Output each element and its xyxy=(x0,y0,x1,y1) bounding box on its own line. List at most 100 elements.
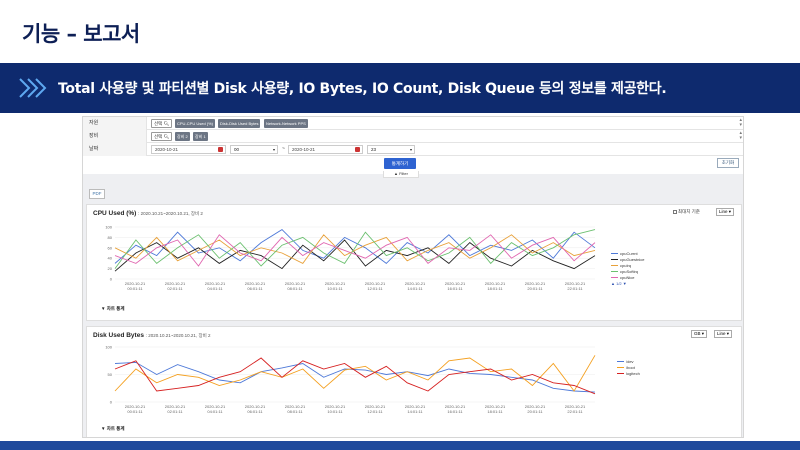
date-filter-row: 날짜 2020-10-21 00 ▾ ~ 2020-10-21 23 ▾ xyxy=(83,143,743,156)
device-select-button[interactable]: 선택 🔍︎ xyxy=(151,132,173,141)
calendar-icon[interactable] xyxy=(355,147,360,152)
y-tick-label: 80 xyxy=(108,235,113,240)
filter-toggle[interactable]: ▲ Filter xyxy=(383,171,419,178)
banner-text: Total 사용량 및 파티션별 Disk 사용량, IO Bytes, IO … xyxy=(58,81,667,97)
date-separator: ~ xyxy=(282,146,285,152)
scroll-arrows-icon[interactable]: ▴ ▾ xyxy=(739,131,742,141)
x-tick-label: 16:01:11 xyxy=(447,286,463,291)
resource-tag[interactable]: Disk-Disk Used Bytes xyxy=(218,119,261,128)
y-tick-label: 100 xyxy=(105,225,112,230)
disk-type-value: Line xyxy=(717,331,726,336)
resource-label: 자원 xyxy=(83,117,147,130)
y-tick-label: 0 xyxy=(110,277,113,282)
end-date-value: 2020-10-21 xyxy=(292,147,316,152)
x-tick-label: 02:01:11 xyxy=(167,286,183,291)
x-tick-label: 10:01:11 xyxy=(327,409,343,414)
stat-button[interactable]: 통계하기 xyxy=(384,158,416,169)
x-tick-label: 22:01:11 xyxy=(567,409,583,414)
pdf-button[interactable]: PDF xyxy=(89,189,105,199)
legend-label: cpuIrq xyxy=(620,263,632,268)
x-tick-label: 12:01:11 xyxy=(367,409,383,414)
x-tick-label: 18:01:11 xyxy=(487,286,503,291)
y-tick-label: 40 xyxy=(108,256,113,261)
double-chevron-icon xyxy=(19,78,47,98)
chevron-down-icon: ▾ xyxy=(409,147,412,152)
cpu-type-value: Line xyxy=(719,209,728,214)
x-tick-label: 12:01:11 xyxy=(367,286,383,291)
checkbox-icon[interactable] xyxy=(673,209,677,214)
legend-pager[interactable]: ▲ 1/2 ▼ xyxy=(611,281,644,287)
report-app: 자원 선택 🔍︎ CPU-CPU Used (%) Disk-Disk Used… xyxy=(82,116,744,438)
legend-label: cpuSoftirq xyxy=(620,269,639,274)
calendar-icon[interactable] xyxy=(218,147,223,152)
start-hour-select[interactable]: 00 ▾ xyxy=(230,145,278,154)
cpu-chart-title: CPU Used (%) : 2020.10.21~2020.10.21, 장비… xyxy=(93,210,203,217)
legend-label: cpuGuestnice xyxy=(620,257,645,262)
device-filter-row: 장비 선택 🔍︎ 장비 2 장비 1 ▴ ▾ xyxy=(83,130,743,143)
y-tick-label: 100 xyxy=(105,345,112,350)
x-tick-label: 06:01:11 xyxy=(247,286,263,291)
disk-chart-type-select[interactable]: Line ▾ xyxy=(714,330,733,338)
x-tick-label: 08:01:11 xyxy=(287,286,303,291)
device-select-label: 선택 xyxy=(154,134,163,139)
x-tick-label: 20:01:11 xyxy=(527,409,543,414)
end-hour-select[interactable]: 23 ▾ xyxy=(367,145,415,154)
y-tick-label: 50 xyxy=(108,372,113,377)
resource-tag[interactable]: Network-Network PPS xyxy=(264,119,308,128)
device-tag[interactable]: 장비 2 xyxy=(175,132,190,141)
max-basis-checkbox[interactable]: 최대치 기준 xyxy=(673,209,700,215)
date-label: 날짜 xyxy=(83,143,147,156)
disk-chart-card: Disk Used Bytes : 2020.10.21~2020.10.21,… xyxy=(86,326,742,437)
scroll-arrows-icon[interactable]: ▴ ▾ xyxy=(739,118,742,128)
slide-title: 기능 – 보고서 xyxy=(22,22,140,46)
cpu-title-text: CPU Used (%) xyxy=(93,210,137,217)
chevron-down-icon[interactable]: ▼ xyxy=(623,281,627,286)
legend-page-label: 1/2 xyxy=(616,281,622,286)
disk-unit-value: GB xyxy=(694,331,701,336)
series-line xyxy=(114,229,596,269)
disk-chart-plot: 0501002020-10-2100:01:112020-10-2102:01:… xyxy=(105,345,596,414)
start-date-input[interactable]: 2020-10-21 xyxy=(151,145,226,154)
chevron-up-icon[interactable]: ▲ xyxy=(611,281,615,286)
resource-tag[interactable]: CPU-CPU Used (%) xyxy=(175,119,216,128)
banner: Total 사용량 및 파티션별 Disk 사용량, IO Bytes, IO … xyxy=(0,63,800,113)
series-line xyxy=(114,234,596,264)
x-tick-label: 04:01:11 xyxy=(207,286,223,291)
x-tick-label: 14:01:11 xyxy=(407,286,423,291)
disk-subtitle: : 2020.10.21~2020.10.21, 장비 2 xyxy=(145,333,211,338)
legend-item[interactable]: logitech xyxy=(617,371,640,377)
x-tick-label: 20:01:11 xyxy=(527,286,543,291)
resource-select-button[interactable]: 선택 🔍︎ xyxy=(151,119,173,128)
series-line xyxy=(114,355,596,392)
checkbox-label: 최대치 기준 xyxy=(678,209,700,214)
x-tick-label: 08:01:11 xyxy=(287,409,303,414)
x-tick-label: 02:01:11 xyxy=(167,409,183,414)
x-tick-label: 00:01:11 xyxy=(127,286,143,291)
disk-title-text: Disk Used Bytes xyxy=(93,332,144,339)
start-hour-value: 00 xyxy=(234,147,240,152)
init-button[interactable]: 초기화 xyxy=(717,158,739,168)
legend-label: logitech xyxy=(626,371,640,376)
cpu-legend: cpuCurrnt cpuGuestnice cpuIrq cpuSoftirq… xyxy=(611,251,644,287)
disk-unit-select[interactable]: GB ▾ xyxy=(691,330,708,338)
cpu-chart-stat-toggle[interactable]: ▼ 차트 통계 xyxy=(101,306,125,312)
x-tick-label: 14:01:11 xyxy=(407,409,423,414)
cpu-chart-type-select[interactable]: Line ▾ xyxy=(716,208,735,216)
disk-chart-stat-toggle[interactable]: ▼ 차트 통계 xyxy=(101,426,125,432)
y-tick-label: 20 xyxy=(108,266,113,271)
legend-label: /boot xyxy=(626,365,635,370)
cpu-subtitle: : 2020.10.21~2020.10.21, 장비 2 xyxy=(138,211,203,216)
start-date-value: 2020-10-21 xyxy=(155,147,179,152)
x-tick-label: 22:01:11 xyxy=(567,286,583,291)
x-tick-label: 06:01:11 xyxy=(247,409,263,414)
end-hour-value: 23 xyxy=(371,147,377,152)
device-tag[interactable]: 장비 1 xyxy=(193,132,208,141)
legend-label: /dev xyxy=(626,359,634,364)
disk-legend: /dev /boot logitech xyxy=(617,359,640,377)
end-date-input[interactable]: 2020-10-21 xyxy=(288,145,363,154)
resource-filter-row: 자원 선택 🔍︎ CPU-CPU Used (%) Disk-Disk Used… xyxy=(83,117,743,130)
x-tick-label: 04:01:11 xyxy=(207,409,223,414)
legend-label: cpuNice xyxy=(620,275,635,280)
y-tick-label: 0 xyxy=(110,400,113,405)
legend-label: cpuCurrnt xyxy=(620,251,638,256)
